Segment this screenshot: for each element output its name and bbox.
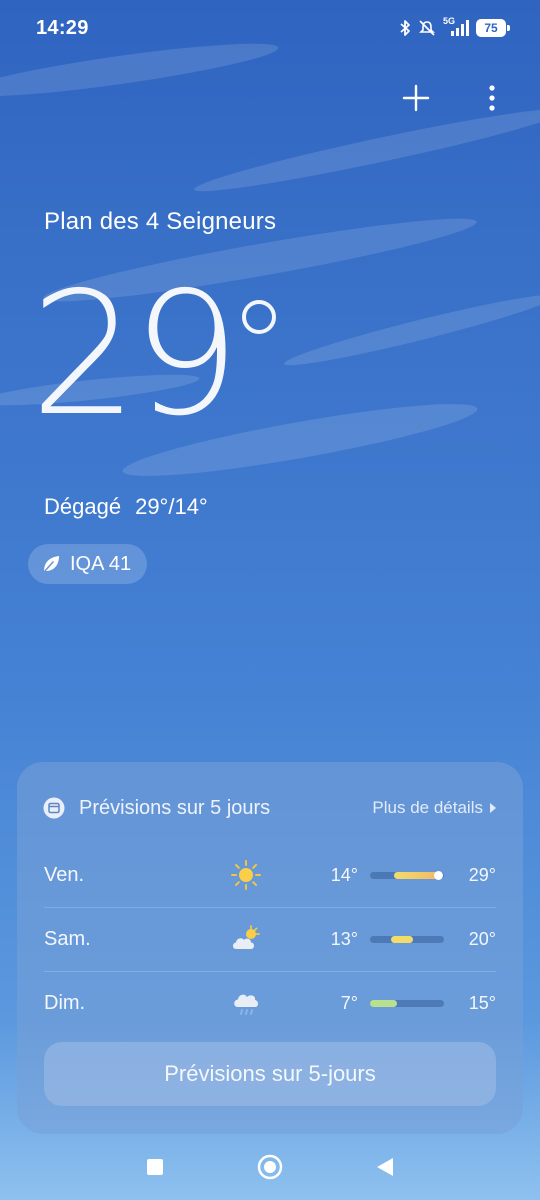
location-name[interactable]: Plan des 4 Seigneurs (44, 208, 276, 236)
aqi-badge[interactable]: IQA 41 (28, 544, 148, 584)
system-nav-bar (0, 1138, 540, 1200)
high-temp: 15° (468, 993, 496, 1013)
more-details-link[interactable]: Plus de détails (372, 798, 497, 818)
temp-range-bar (370, 1000, 444, 1007)
forecast-card: Prévisions sur 5 jours Plus de détails V… (17, 762, 523, 1134)
forecast-row-sam[interactable]: Sam. 13° 20° (44, 908, 496, 972)
leaf-icon (43, 556, 59, 573)
high-temp: 20° (468, 929, 496, 949)
status-icons: 5G 75 (399, 16, 510, 40)
high-low-text: 29°/14° (135, 494, 208, 519)
temp-range-fill (370, 1000, 397, 1007)
square-icon (147, 1159, 163, 1175)
current-temp-dot (433, 871, 443, 880)
status-time: 14:29 (36, 17, 89, 39)
bluetooth-icon (400, 20, 410, 36)
low-temp: 13° (330, 929, 358, 949)
more-options-button[interactable] (474, 80, 510, 116)
five-day-forecast-button[interactable]: Prévisions sur 5-jours (44, 1042, 496, 1106)
circle-icon (257, 1154, 283, 1180)
battery-icon: 75 (476, 19, 510, 37)
temp-range-fill (390, 936, 413, 943)
aqi-label: IQA 41 (70, 552, 132, 575)
temp-range-bar (370, 871, 444, 880)
chevron-right-icon (490, 803, 496, 813)
forecast-title: Prévisions sur 5 jours (79, 796, 271, 819)
current-temperature: 29 (30, 256, 276, 454)
triangle-back-icon (377, 1158, 393, 1176)
low-temp: 7° (340, 993, 358, 1013)
degree-symbol (242, 300, 276, 334)
forecast-header: Prévisions sur 5 jours Plus de détails (43, 794, 497, 822)
mute-icon (419, 20, 435, 36)
condition-line: Dégagé 29°/14° (44, 494, 208, 520)
forecast-row-dim[interactable]: Dim. 7° 15° (44, 972, 496, 1035)
high-temp: 29° (468, 865, 496, 885)
temp-range-fill (393, 872, 439, 879)
forecast-list: Ven. 14° 29° Sam. 13° 20° Dim. 7° 15° (44, 844, 496, 1035)
forecast-row-ven[interactable]: Ven. 14° 29° (44, 844, 496, 908)
calendar-icon (43, 797, 65, 819)
day-label: Sam. (44, 928, 91, 950)
partly-cloudy-icon (233, 925, 260, 949)
temp-range-bar (370, 936, 444, 943)
more-vertical-icon (489, 85, 495, 111)
add-city-button[interactable] (398, 80, 434, 116)
signal-icon: 5G (443, 16, 469, 37)
condition-text: Dégagé (44, 494, 122, 519)
temperature-value: 29 (30, 256, 240, 454)
status-bar: 14:29 5G 75 (0, 0, 540, 56)
top-actions (398, 80, 510, 116)
sunny-icon (231, 860, 261, 890)
recents-button[interactable] (140, 1152, 170, 1182)
plus-icon (402, 84, 430, 112)
day-label: Ven. (44, 864, 85, 886)
more-details-label: Plus de détails (372, 798, 483, 817)
low-temp: 14° (330, 865, 358, 885)
home-button[interactable] (255, 1152, 285, 1182)
back-button[interactable] (370, 1152, 400, 1182)
day-label: Dim. (44, 992, 86, 1014)
rain-icon (234, 994, 258, 1015)
